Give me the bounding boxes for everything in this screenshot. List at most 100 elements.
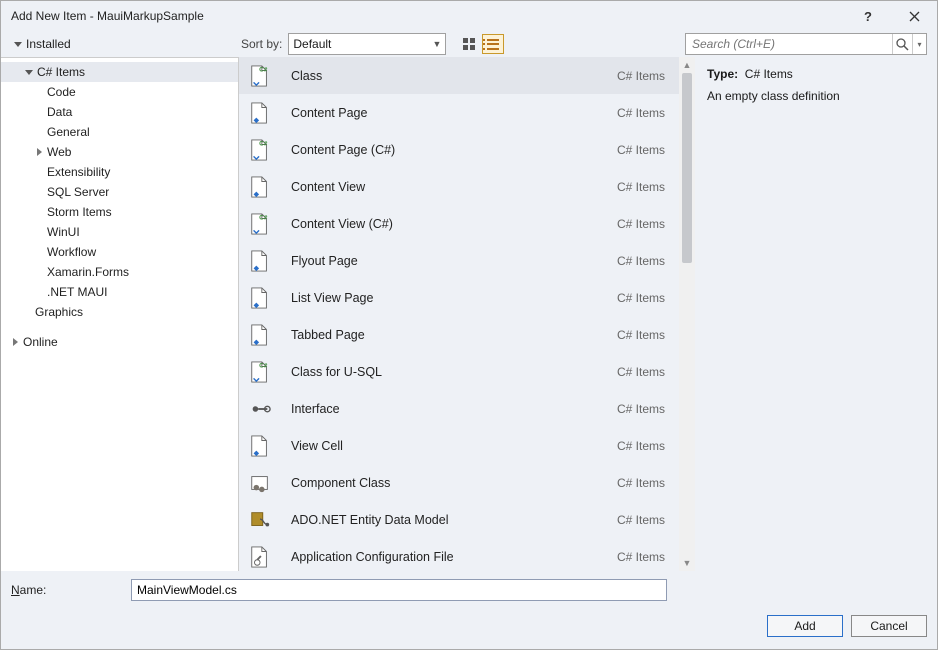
template-label: ADO.NET Entity Data Model bbox=[291, 513, 617, 527]
template-item[interactable]: ADO.NET Entity Data ModelC# Items bbox=[239, 501, 679, 538]
tree-header-online[interactable]: Online bbox=[1, 332, 238, 352]
tree-item[interactable]: Data bbox=[1, 102, 238, 122]
template-category: C# Items bbox=[617, 217, 669, 231]
template-category: C# Items bbox=[617, 328, 669, 342]
scroll-thumb[interactable] bbox=[682, 73, 692, 263]
tree-header-installed[interactable]: Installed bbox=[11, 35, 74, 53]
template-label: Content View (C#) bbox=[291, 217, 617, 231]
template-item[interactable]: List View PageC# Items bbox=[239, 279, 679, 316]
template-list: ClassC# ItemsContent PageC# ItemsContent… bbox=[239, 57, 679, 571]
tree-item[interactable]: General bbox=[1, 122, 238, 142]
view-small-icons-button[interactable] bbox=[482, 34, 504, 54]
tree-item-web[interactable]: Web bbox=[1, 142, 238, 162]
titlebar: Add New Item - MauiMarkupSample ? bbox=[1, 1, 937, 31]
tree-item[interactable]: WinUI bbox=[1, 222, 238, 242]
online-label: Online bbox=[23, 335, 58, 349]
search-input[interactable] bbox=[686, 37, 892, 51]
template-category: C# Items bbox=[617, 69, 669, 83]
scroll-up-button[interactable]: ▲ bbox=[679, 57, 695, 73]
file-icon bbox=[247, 135, 273, 165]
search-icon bbox=[896, 38, 909, 51]
detail-type: Type: C# Items bbox=[707, 67, 925, 81]
tree-item[interactable]: Workflow bbox=[1, 242, 238, 262]
template-category: C# Items bbox=[617, 106, 669, 120]
detail-description: An empty class definition bbox=[707, 89, 925, 103]
name-input[interactable] bbox=[131, 579, 667, 601]
template-item[interactable]: Tabbed PageC# Items bbox=[239, 316, 679, 353]
template-label: Content Page (C#) bbox=[291, 143, 617, 157]
file-icon bbox=[247, 542, 273, 572]
search-button[interactable] bbox=[892, 34, 912, 54]
template-label: Tabbed Page bbox=[291, 328, 617, 342]
expand-icon bbox=[25, 70, 33, 75]
file-icon bbox=[247, 172, 273, 202]
bottom-bar: Name: Add Cancel bbox=[1, 571, 937, 649]
tree-item[interactable]: Storm Items bbox=[1, 202, 238, 222]
template-item[interactable]: Application Configuration FileC# Items bbox=[239, 538, 679, 571]
search-options-button[interactable]: ▾ bbox=[912, 34, 926, 54]
file-icon bbox=[247, 61, 273, 91]
sort-by-select[interactable]: Default ▼ bbox=[288, 33, 446, 55]
template-item[interactable]: InterfaceC# Items bbox=[239, 390, 679, 427]
grid-view-icon bbox=[463, 38, 475, 50]
tree-item-graphics[interactable]: Graphics bbox=[1, 302, 238, 322]
template-item[interactable]: Flyout PageC# Items bbox=[239, 242, 679, 279]
tree-item[interactable]: SQL Server bbox=[1, 182, 238, 202]
template-category: C# Items bbox=[617, 513, 669, 527]
template-item[interactable]: ClassC# Items bbox=[239, 57, 679, 94]
scroll-track[interactable] bbox=[679, 73, 695, 555]
expand-icon bbox=[14, 42, 22, 47]
cancel-button[interactable]: Cancel bbox=[851, 615, 927, 637]
tree-item[interactable]: Code bbox=[1, 82, 238, 102]
template-category: C# Items bbox=[617, 550, 669, 564]
search-box: ▾ bbox=[685, 33, 927, 55]
top-controls: Installed Sort by: Default ▼ bbox=[1, 31, 937, 57]
file-icon bbox=[247, 505, 273, 535]
expand-icon bbox=[37, 148, 42, 156]
sort-by-label: Sort by: bbox=[241, 37, 282, 51]
chevron-down-icon: ▼ bbox=[432, 39, 441, 49]
template-item[interactable]: Content Page (C#)C# Items bbox=[239, 131, 679, 168]
template-label: Flyout Page bbox=[291, 254, 617, 268]
category-tree: C# Items Code Data General Web Extensibi… bbox=[1, 57, 239, 571]
file-icon bbox=[247, 468, 273, 498]
template-category: C# Items bbox=[617, 402, 669, 416]
template-category: C# Items bbox=[617, 143, 669, 157]
file-icon bbox=[247, 209, 273, 239]
scrollbar[interactable]: ▲ ▼ bbox=[679, 57, 695, 571]
template-item[interactable]: Content View (C#)C# Items bbox=[239, 205, 679, 242]
file-icon bbox=[247, 98, 273, 128]
template-category: C# Items bbox=[617, 476, 669, 490]
list-view-icon bbox=[487, 39, 499, 50]
scroll-down-button[interactable]: ▼ bbox=[679, 555, 695, 571]
template-category: C# Items bbox=[617, 254, 669, 268]
template-category: C# Items bbox=[617, 439, 669, 453]
detail-type-label: Type: bbox=[707, 67, 738, 81]
tree-label: C# Items bbox=[37, 65, 85, 79]
tree-item[interactable]: Xamarin.Forms bbox=[1, 262, 238, 282]
name-label: Name: bbox=[11, 583, 131, 597]
template-item[interactable]: View CellC# Items bbox=[239, 427, 679, 464]
tree-item[interactable]: .NET MAUI bbox=[1, 282, 238, 302]
file-icon bbox=[247, 246, 273, 276]
template-label: List View Page bbox=[291, 291, 617, 305]
template-label: Interface bbox=[291, 402, 617, 416]
window-title: Add New Item - MauiMarkupSample bbox=[11, 9, 845, 23]
installed-label: Installed bbox=[26, 37, 71, 51]
add-button[interactable]: Add bbox=[767, 615, 843, 637]
template-item[interactable]: Content PageC# Items bbox=[239, 94, 679, 131]
add-new-item-dialog: Add New Item - MauiMarkupSample ? Instal… bbox=[0, 0, 938, 650]
view-medium-icons-button[interactable] bbox=[458, 34, 480, 54]
tree-item-csharp-items[interactable]: C# Items bbox=[1, 62, 238, 82]
file-icon bbox=[247, 320, 273, 350]
template-item[interactable]: Content ViewC# Items bbox=[239, 168, 679, 205]
close-button[interactable] bbox=[891, 1, 937, 31]
tree-item[interactable]: Extensibility bbox=[1, 162, 238, 182]
file-icon bbox=[247, 394, 273, 424]
template-item[interactable]: Class for U-SQLC# Items bbox=[239, 353, 679, 390]
file-icon bbox=[247, 357, 273, 387]
template-item[interactable]: Component ClassC# Items bbox=[239, 464, 679, 501]
expand-icon bbox=[13, 338, 18, 346]
help-button[interactable]: ? bbox=[845, 1, 891, 31]
template-category: C# Items bbox=[617, 180, 669, 194]
